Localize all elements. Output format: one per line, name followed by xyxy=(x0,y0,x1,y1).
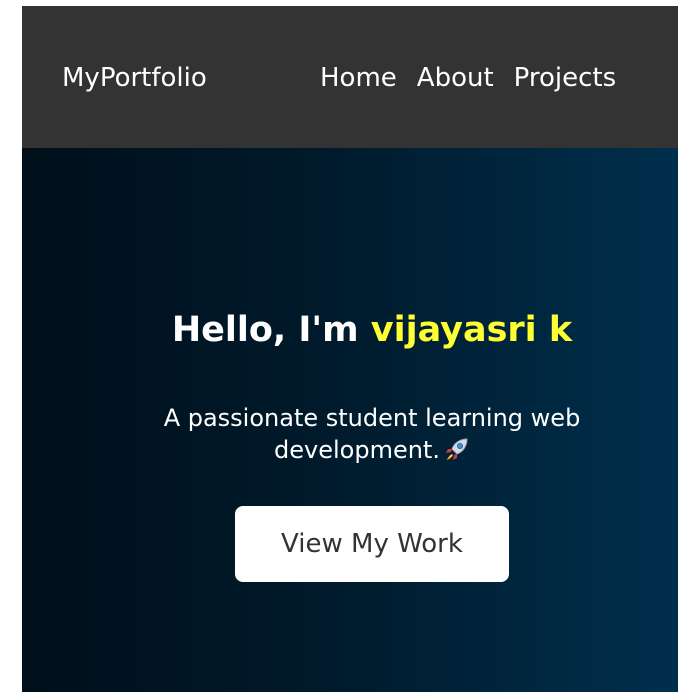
hero-name: vijayasri k xyxy=(370,310,573,350)
rocket-icon xyxy=(444,436,470,470)
hero-section: Hello, I'm vijayasri k A passionate stud… xyxy=(22,148,678,692)
page-frame: MyPortfolio Home About Projects Hello, I… xyxy=(22,6,678,692)
hero-subtitle-text: A passionate student learning web develo… xyxy=(163,404,581,464)
hero-title: Hello, I'm vijayasri k xyxy=(22,308,678,352)
nav-link-about[interactable]: About xyxy=(417,62,494,94)
nav-link-projects[interactable]: Projects xyxy=(514,62,617,94)
view-my-work-button[interactable]: View My Work xyxy=(235,506,509,582)
nav-links: Home About Projects xyxy=(320,62,616,94)
brand-logo[interactable]: MyPortfolio xyxy=(62,62,207,94)
hero-greeting: Hello, I'm xyxy=(171,310,371,350)
navbar: MyPortfolio Home About Projects xyxy=(22,6,678,148)
nav-link-home[interactable]: Home xyxy=(320,62,397,94)
hero-subtitle: A passionate student learning web develo… xyxy=(122,402,622,470)
